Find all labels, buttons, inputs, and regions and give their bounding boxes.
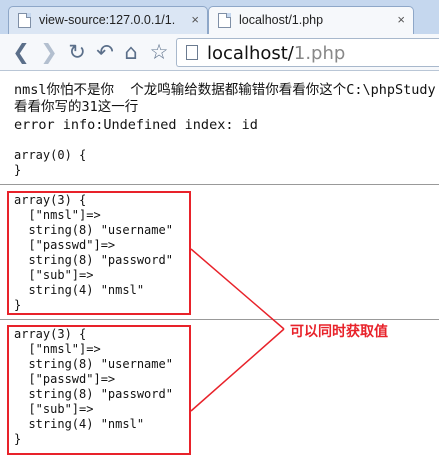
address-bar[interactable]: localhost/1.php — [176, 38, 439, 67]
page-icon — [218, 13, 231, 28]
address-text: localhost/1.php — [207, 43, 346, 64]
browser-toolbar: ❮ ❯ ↻ ↶ ⌂ ☆ localhost/1.php — [0, 34, 439, 71]
tab-label: view-source:127.0.0.1/1. — [39, 13, 176, 27]
bookmark-star-icon[interactable]: ☆ — [148, 41, 170, 63]
forward-icon[interactable]: ❯ — [38, 41, 60, 63]
annotation-text: 可以同时获取值 — [290, 323, 388, 339]
tab-strip: view-source:127.0.0.1/1. × localhost/1.p… — [0, 0, 439, 34]
page-icon — [18, 13, 31, 28]
undo-icon[interactable]: ↶ — [94, 41, 116, 63]
annotation-arrows — [190, 248, 285, 412]
back-icon[interactable]: ❮ — [10, 41, 32, 63]
tab-label: localhost/1.php — [239, 13, 324, 27]
tab-view-source[interactable]: view-source:127.0.0.1/1. × — [8, 6, 208, 34]
tab-localhost[interactable]: localhost/1.php × — [208, 6, 414, 34]
close-icon[interactable]: × — [397, 12, 405, 28]
close-icon[interactable]: × — [191, 12, 199, 28]
page-content: nmsl你怕不是你 个龙鸣输给数据都输错你看看你这个C:\phpStudy 看看… — [0, 71, 439, 475]
reload-icon[interactable]: ↻ — [66, 41, 88, 63]
arrow-line — [190, 248, 285, 330]
home-icon[interactable]: ⌂ — [120, 41, 142, 63]
arrow-line — [190, 328, 285, 412]
page-icon — [186, 45, 198, 60]
